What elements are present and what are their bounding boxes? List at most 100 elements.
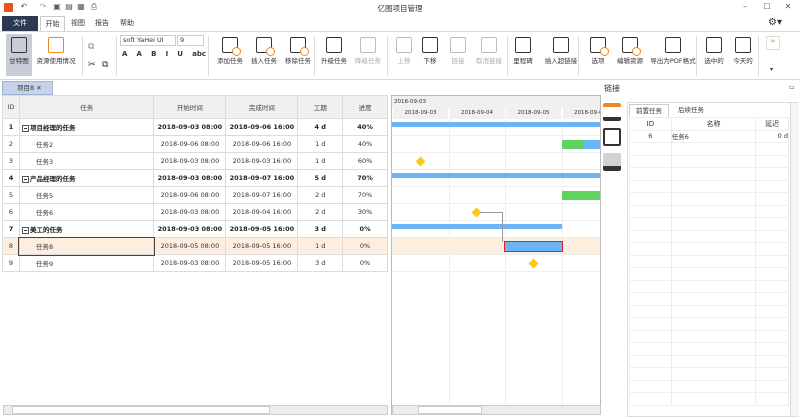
- cell-name[interactable]: [670, 354, 757, 368]
- table-row[interactable]: 8 任务8 2018-09-05 08:00 2018-09-05 16:00 1 d0…: [2, 236, 388, 256]
- cell-name[interactable]: [670, 167, 757, 181]
- cell-dur[interactable]: 1 d: [297, 135, 344, 153]
- table-row[interactable]: [629, 367, 789, 381]
- cell-name[interactable]: [670, 304, 757, 318]
- column-header[interactable]: 开始时间: [153, 95, 227, 119]
- cell-end[interactable]: 2018-09-03 16:00: [225, 152, 299, 170]
- cell-id[interactable]: 3: [2, 152, 20, 170]
- summary-bar[interactable]: [392, 224, 562, 229]
- cell-progress[interactable]: 40%: [342, 118, 388, 136]
- gantt-horizontal-scrollbar[interactable]: [392, 405, 601, 415]
- cell-start[interactable]: 2018-09-05 08:00: [153, 237, 227, 255]
- cell-progress[interactable]: 70%: [342, 169, 388, 187]
- cell-id[interactable]: [629, 204, 672, 218]
- cell-name[interactable]: [670, 392, 757, 406]
- cell-dur[interactable]: 3 d: [297, 220, 344, 238]
- paste-icon[interactable]: ⧉: [102, 60, 108, 70]
- cut-icon[interactable]: ✂: [88, 60, 96, 70]
- ribbon-button-10[interactable]: 插入超链接: [540, 34, 582, 76]
- cell-name[interactable]: [670, 204, 757, 218]
- cell-lag[interactable]: [755, 217, 789, 231]
- cell-dur[interactable]: 2 d: [297, 203, 344, 221]
- ribbon-button-7[interactable]: 链接: [446, 34, 470, 76]
- cell-dur[interactable]: 2 d: [297, 186, 344, 204]
- cell-name[interactable]: [670, 367, 757, 381]
- format-button[interactable]: A: [137, 50, 142, 58]
- ribbon-button-8[interactable]: 取消链接: [472, 34, 506, 76]
- cell-lag[interactable]: [755, 317, 789, 331]
- resource-usage-button[interactable]: 资源使用情况: [33, 34, 79, 76]
- cell-progress[interactable]: 30%: [342, 203, 388, 221]
- table-row[interactable]: [629, 179, 789, 193]
- cell-id[interactable]: [629, 354, 672, 368]
- cell-id[interactable]: [629, 254, 672, 268]
- table-row[interactable]: [629, 329, 789, 343]
- task-bar[interactable]: [504, 241, 563, 252]
- cell-name[interactable]: [670, 379, 757, 393]
- cell-id[interactable]: [629, 367, 672, 381]
- table-row[interactable]: [629, 254, 789, 268]
- cell-lag[interactable]: [755, 242, 789, 256]
- task-bar[interactable]: [561, 140, 600, 149]
- cell-lag[interactable]: 延迟: [755, 117, 789, 131]
- cell-end[interactable]: 2018-09-07 16:00: [225, 186, 299, 204]
- collapse-icon[interactable]: [21, 226, 29, 234]
- column-header[interactable]: 任务: [18, 95, 155, 119]
- panel-vertical-scrollbar[interactable]: [790, 103, 799, 416]
- pin-icon[interactable]: ▭: [789, 84, 795, 91]
- cell-lag[interactable]: [755, 167, 789, 181]
- cell-name[interactable]: [670, 342, 757, 356]
- collapse-icon[interactable]: [21, 175, 29, 183]
- copy-icon[interactable]: ⧉: [88, 42, 94, 52]
- table-row[interactable]: [629, 229, 789, 243]
- table-row[interactable]: 5 任务5 2018-09-06 08:00 2018-09-07 16:00 2 d7…: [2, 186, 388, 204]
- cell-id[interactable]: 2: [2, 135, 20, 153]
- table-row[interactable]: [629, 242, 789, 256]
- resource-briefcase-icon[interactable]: [603, 128, 621, 146]
- cell-name[interactable]: 任务6: [670, 129, 757, 143]
- cell-id[interactable]: ID: [629, 117, 672, 131]
- cell-name[interactable]: [670, 292, 757, 306]
- cell-id[interactable]: [629, 142, 672, 156]
- cell-id[interactable]: [629, 167, 672, 181]
- table-row[interactable]: 7 美工的任务 2018-09-03 08:00 2018-09-05 16:00 3 …: [2, 220, 388, 238]
- ribbon-button-1[interactable]: 插入任务: [248, 34, 280, 76]
- cell-name[interactable]: 任务6: [18, 203, 155, 221]
- format-button[interactable]: I: [166, 50, 169, 58]
- table-row[interactable]: 2 任务2 2018-09-06 08:00 2018-09-06 16:00 1 d4…: [2, 135, 388, 153]
- cell-id[interactable]: [629, 154, 672, 168]
- ribbon-button-5[interactable]: 上移: [392, 34, 416, 76]
- cell-lag[interactable]: [755, 329, 789, 343]
- table-row[interactable]: 4 产品经理的任务 2018-09-03 08:00 2018-09-07 16:00…: [2, 169, 388, 187]
- table-row[interactable]: [629, 267, 789, 281]
- table-row[interactable]: [629, 292, 789, 306]
- table-row[interactable]: [629, 192, 789, 206]
- cell-end[interactable]: 2018-09-05 16:00: [225, 254, 299, 272]
- cell-end[interactable]: 2018-09-07 16:00: [225, 169, 299, 187]
- cell-dur[interactable]: 5 d: [297, 169, 344, 187]
- tab-view[interactable]: 视图: [67, 16, 89, 31]
- cell-id[interactable]: [629, 304, 672, 318]
- cell-id[interactable]: [629, 179, 672, 193]
- cell-start[interactable]: 2018-09-03 08:00: [153, 152, 227, 170]
- table-row[interactable]: 3 任务3 2018-09-03 08:00 2018-09-03 16:00 1 d6…: [2, 152, 388, 170]
- cell-id[interactable]: [629, 242, 672, 256]
- cell-end[interactable]: 2018-09-06 16:00: [225, 118, 299, 136]
- collapse-icon[interactable]: [21, 124, 29, 132]
- format-button[interactable]: abc: [192, 50, 206, 58]
- table-row[interactable]: [629, 204, 789, 218]
- file-menu[interactable]: 文件: [2, 16, 38, 31]
- cell-name[interactable]: 任务9: [18, 254, 155, 272]
- column-header[interactable]: 完成时间: [225, 95, 299, 119]
- table-row[interactable]: 9 任务9 2018-09-03 08:00 2018-09-05 16:00 3 d0…: [2, 254, 388, 272]
- table-row[interactable]: [629, 167, 789, 181]
- cell-start[interactable]: 2018-09-03 08:00: [153, 220, 227, 238]
- cell-dur[interactable]: 3 d: [297, 254, 344, 272]
- cell-dur[interactable]: 1 d: [297, 237, 344, 255]
- table-row[interactable]: [629, 142, 789, 156]
- summary-bar[interactable]: [392, 173, 600, 178]
- table-row[interactable]: [629, 217, 789, 231]
- task-bar[interactable]: [561, 191, 600, 200]
- table-row[interactable]: [629, 354, 789, 368]
- cell-name[interactable]: [670, 242, 757, 256]
